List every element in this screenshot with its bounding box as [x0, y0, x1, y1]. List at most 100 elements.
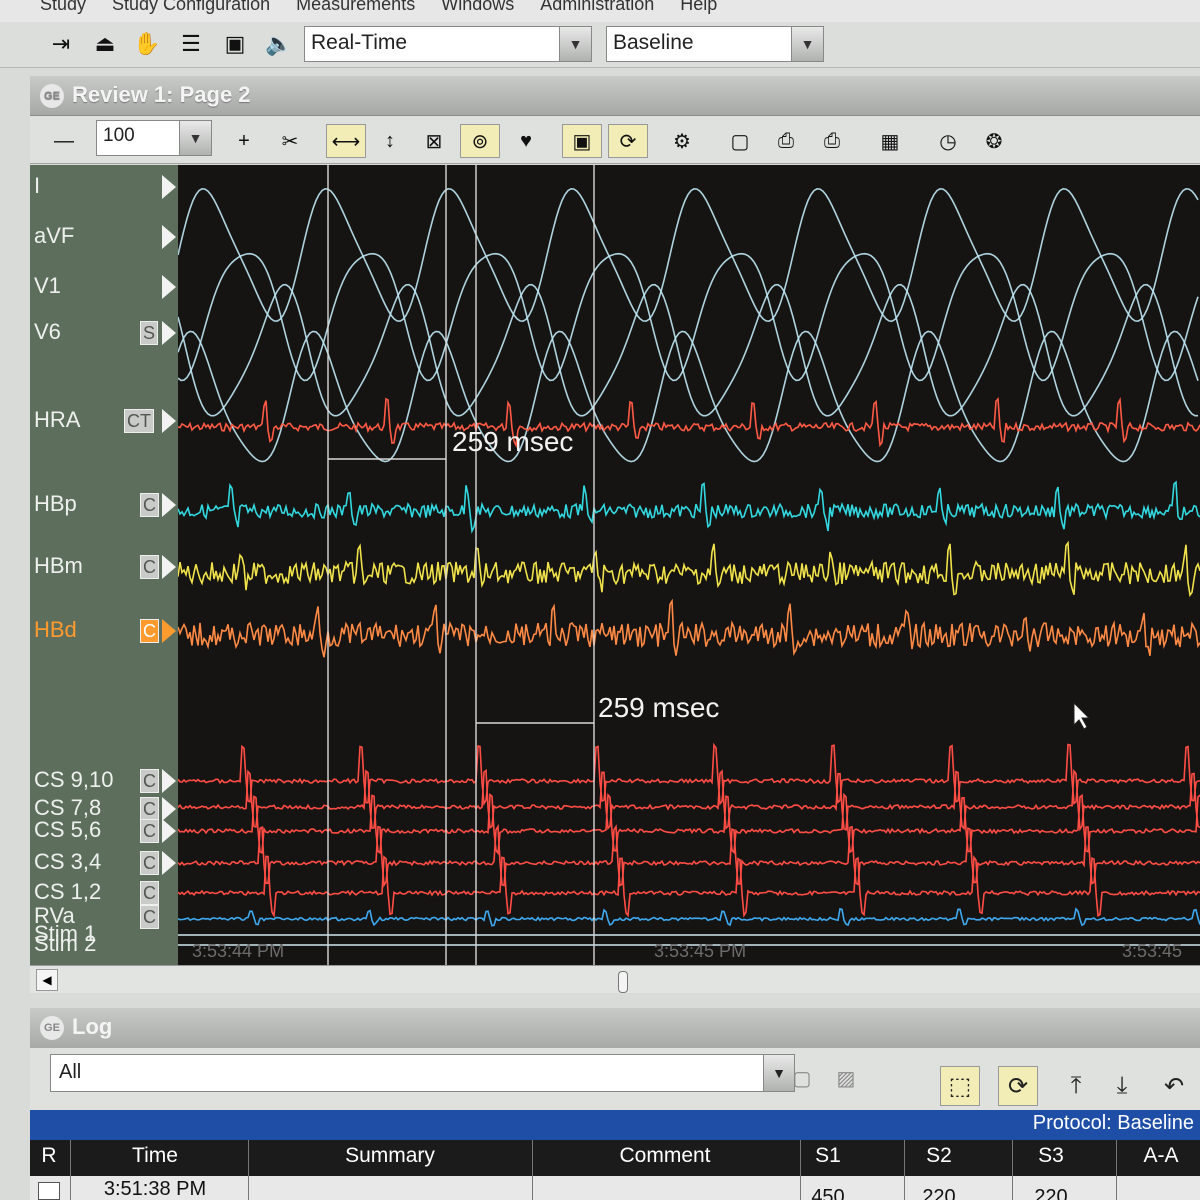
horizontal-scrollbar[interactable]: ◀ — [30, 965, 1200, 993]
menu-windows[interactable]: Windows — [441, 0, 514, 22]
mode-select[interactable]: Real-Time ▼ — [304, 26, 592, 62]
hbp-trace — [178, 480, 1200, 534]
channel-label[interactable]: Stim 2 — [34, 931, 96, 957]
plus-icon[interactable]: + — [224, 124, 264, 158]
channel-label[interactable]: HRA — [34, 407, 80, 433]
row-checkbox[interactable] — [38, 1182, 60, 1200]
speaker-icon[interactable]: 🔈 — [262, 28, 296, 60]
new-page-icon[interactable]: ▢ — [782, 1058, 822, 1098]
cursor-select-icon[interactable]: ⬚ — [940, 1066, 980, 1106]
channel-label[interactable]: CS 1,2 — [34, 879, 101, 905]
tools-icon[interactable]: ✂ — [270, 124, 310, 158]
vertical-caliper-icon[interactable]: ↕ — [370, 124, 410, 158]
col-header-aa[interactable]: A-A — [1126, 1144, 1196, 1168]
chevron-down-icon[interactable]: ▼ — [791, 27, 823, 61]
minus-icon[interactable]: — — [44, 124, 84, 158]
scroll-left-icon[interactable]: ◀ — [36, 969, 58, 991]
menu-study-configuration[interactable]: Study Configuration — [112, 0, 270, 22]
print-icon[interactable]: ⎙ — [812, 124, 852, 158]
channel-tag[interactable]: C — [140, 881, 159, 905]
mode-select-value: Real-Time — [311, 31, 408, 54]
menu-administration[interactable]: Administration — [540, 0, 654, 22]
channel-label[interactable]: CS 3,4 — [34, 849, 101, 875]
phase-select[interactable]: Baseline ▼ — [606, 26, 824, 62]
channel-arrow-icon[interactable] — [162, 275, 176, 299]
channel-label[interactable]: CS 9,10 — [34, 767, 114, 793]
channel-tag[interactable]: C — [140, 819, 159, 843]
review-toolbar: — 100 ▼ + ✂ ⟷ ↕ ⊠ ⊚ ♥ ▣ ⟳ ⚙ ▢ ⎙ ⎙ ▦ ◷ ❂ — [30, 116, 1200, 164]
chevron-down-icon[interactable]: ▼ — [179, 121, 211, 155]
horizontal-caliper-icon[interactable]: ⟷ — [326, 124, 366, 158]
rva-trace — [178, 907, 1200, 927]
col-header-comment[interactable]: Comment — [530, 1144, 800, 1168]
column-divider — [800, 1140, 801, 1200]
channel-tag[interactable]: S — [140, 321, 159, 345]
print-preview-icon[interactable]: ⎙ — [766, 124, 806, 158]
channel-arrow-icon[interactable] — [162, 225, 176, 249]
menu-help[interactable]: Help — [680, 0, 717, 22]
delete-caliper-icon[interactable]: ⊠ — [414, 124, 454, 158]
waveform-display[interactable]: 259 msec 259 msec 3:53:44 PM 3:53:45 PM 3:53… — [178, 165, 1200, 965]
channel-label[interactable]: HBm — [34, 553, 83, 579]
channel-tag[interactable]: C — [140, 851, 159, 875]
channel-label[interactable]: HBp — [34, 491, 77, 517]
refresh-icon[interactable]: ⟳ — [998, 1066, 1038, 1106]
channel-arrow-icon[interactable] — [162, 619, 176, 643]
heart-caliper-icon[interactable]: ♥ — [506, 124, 546, 158]
channel-arrow-icon[interactable] — [162, 409, 176, 433]
notes-icon[interactable]: ☰ — [174, 28, 208, 60]
channel-arrow-icon[interactable] — [162, 769, 176, 793]
channel-arrow-icon[interactable] — [162, 175, 176, 199]
camera-icon[interactable]: ▢ — [720, 124, 760, 158]
col-header-s1[interactable]: S1 — [800, 1144, 856, 1168]
log-filter-select[interactable]: All ▼ — [50, 1054, 795, 1092]
channel-tag[interactable]: C — [140, 769, 159, 793]
channel-label[interactable]: V1 — [34, 273, 61, 299]
channel-tag[interactable]: C — [140, 797, 159, 821]
channel-label[interactable]: aVF — [34, 223, 74, 249]
exit-icon[interactable]: ⇥ — [44, 28, 78, 60]
channel-label[interactable]: HBd — [34, 617, 77, 643]
sync-icon[interactable]: ⟳ — [608, 124, 648, 158]
channel-arrow-icon[interactable] — [162, 819, 176, 843]
col-header-time[interactable]: Time — [80, 1144, 230, 1168]
channel-tag[interactable]: C — [140, 555, 159, 579]
record-icon[interactable]: ⏏ — [88, 28, 122, 60]
channel-label[interactable]: CS 5,6 — [34, 817, 101, 843]
chevron-down-icon[interactable]: ▼ — [559, 27, 591, 61]
zoom-select[interactable]: 100 ▼ — [96, 120, 212, 156]
channel-tag[interactable]: C — [140, 493, 159, 517]
channel-tag[interactable]: C — [140, 905, 159, 929]
col-header-s2[interactable]: S2 — [908, 1144, 970, 1168]
menu-study[interactable]: Study — [40, 0, 86, 22]
col-header-r[interactable]: R — [34, 1144, 64, 1168]
col-header-summary[interactable]: Summary — [250, 1144, 530, 1168]
move-down-icon[interactable]: ⤓ — [1102, 1066, 1142, 1106]
channel-tag[interactable]: CT — [124, 409, 154, 433]
display-icon[interactable]: ▣ — [562, 124, 602, 158]
channel-arrow-icon[interactable] — [162, 555, 176, 579]
grid-icon[interactable]: ▨ — [826, 1058, 866, 1098]
channel-label[interactable]: I — [34, 173, 40, 199]
monitor-icon[interactable]: ▣ — [218, 28, 252, 60]
table-row[interactable]: 3:51:38 PM 450 220 220 — [30, 1176, 1200, 1200]
hand-icon[interactable]: ✋ — [130, 28, 164, 60]
channel-label[interactable]: V6 — [34, 319, 61, 345]
channel-tag[interactable]: C — [140, 619, 159, 643]
channel-arrow-icon[interactable] — [162, 797, 176, 821]
march-caliper-icon[interactable]: ⊚ — [460, 124, 500, 158]
table-icon[interactable]: ▦ — [870, 124, 910, 158]
clock-icon[interactable]: ◷ — [928, 124, 968, 158]
move-up-icon[interactable]: ⤒ — [1056, 1066, 1096, 1106]
menu-measurements[interactable]: Measurements — [296, 0, 415, 22]
channel-arrow-icon[interactable] — [162, 851, 176, 875]
channel-config-icon[interactable]: ⚙ — [662, 124, 702, 158]
col-header-s3[interactable]: S3 — [1020, 1144, 1082, 1168]
undo-icon[interactable]: ↶ — [1154, 1066, 1194, 1106]
column-divider — [1012, 1140, 1013, 1200]
channel-arrow-icon[interactable] — [162, 321, 176, 345]
channel-arrow-icon[interactable] — [162, 493, 176, 517]
scroll-thumb[interactable] — [618, 971, 628, 993]
settings-wheel-icon[interactable]: ❂ — [974, 124, 1014, 158]
ge-logo-icon: GE — [40, 1016, 64, 1041]
